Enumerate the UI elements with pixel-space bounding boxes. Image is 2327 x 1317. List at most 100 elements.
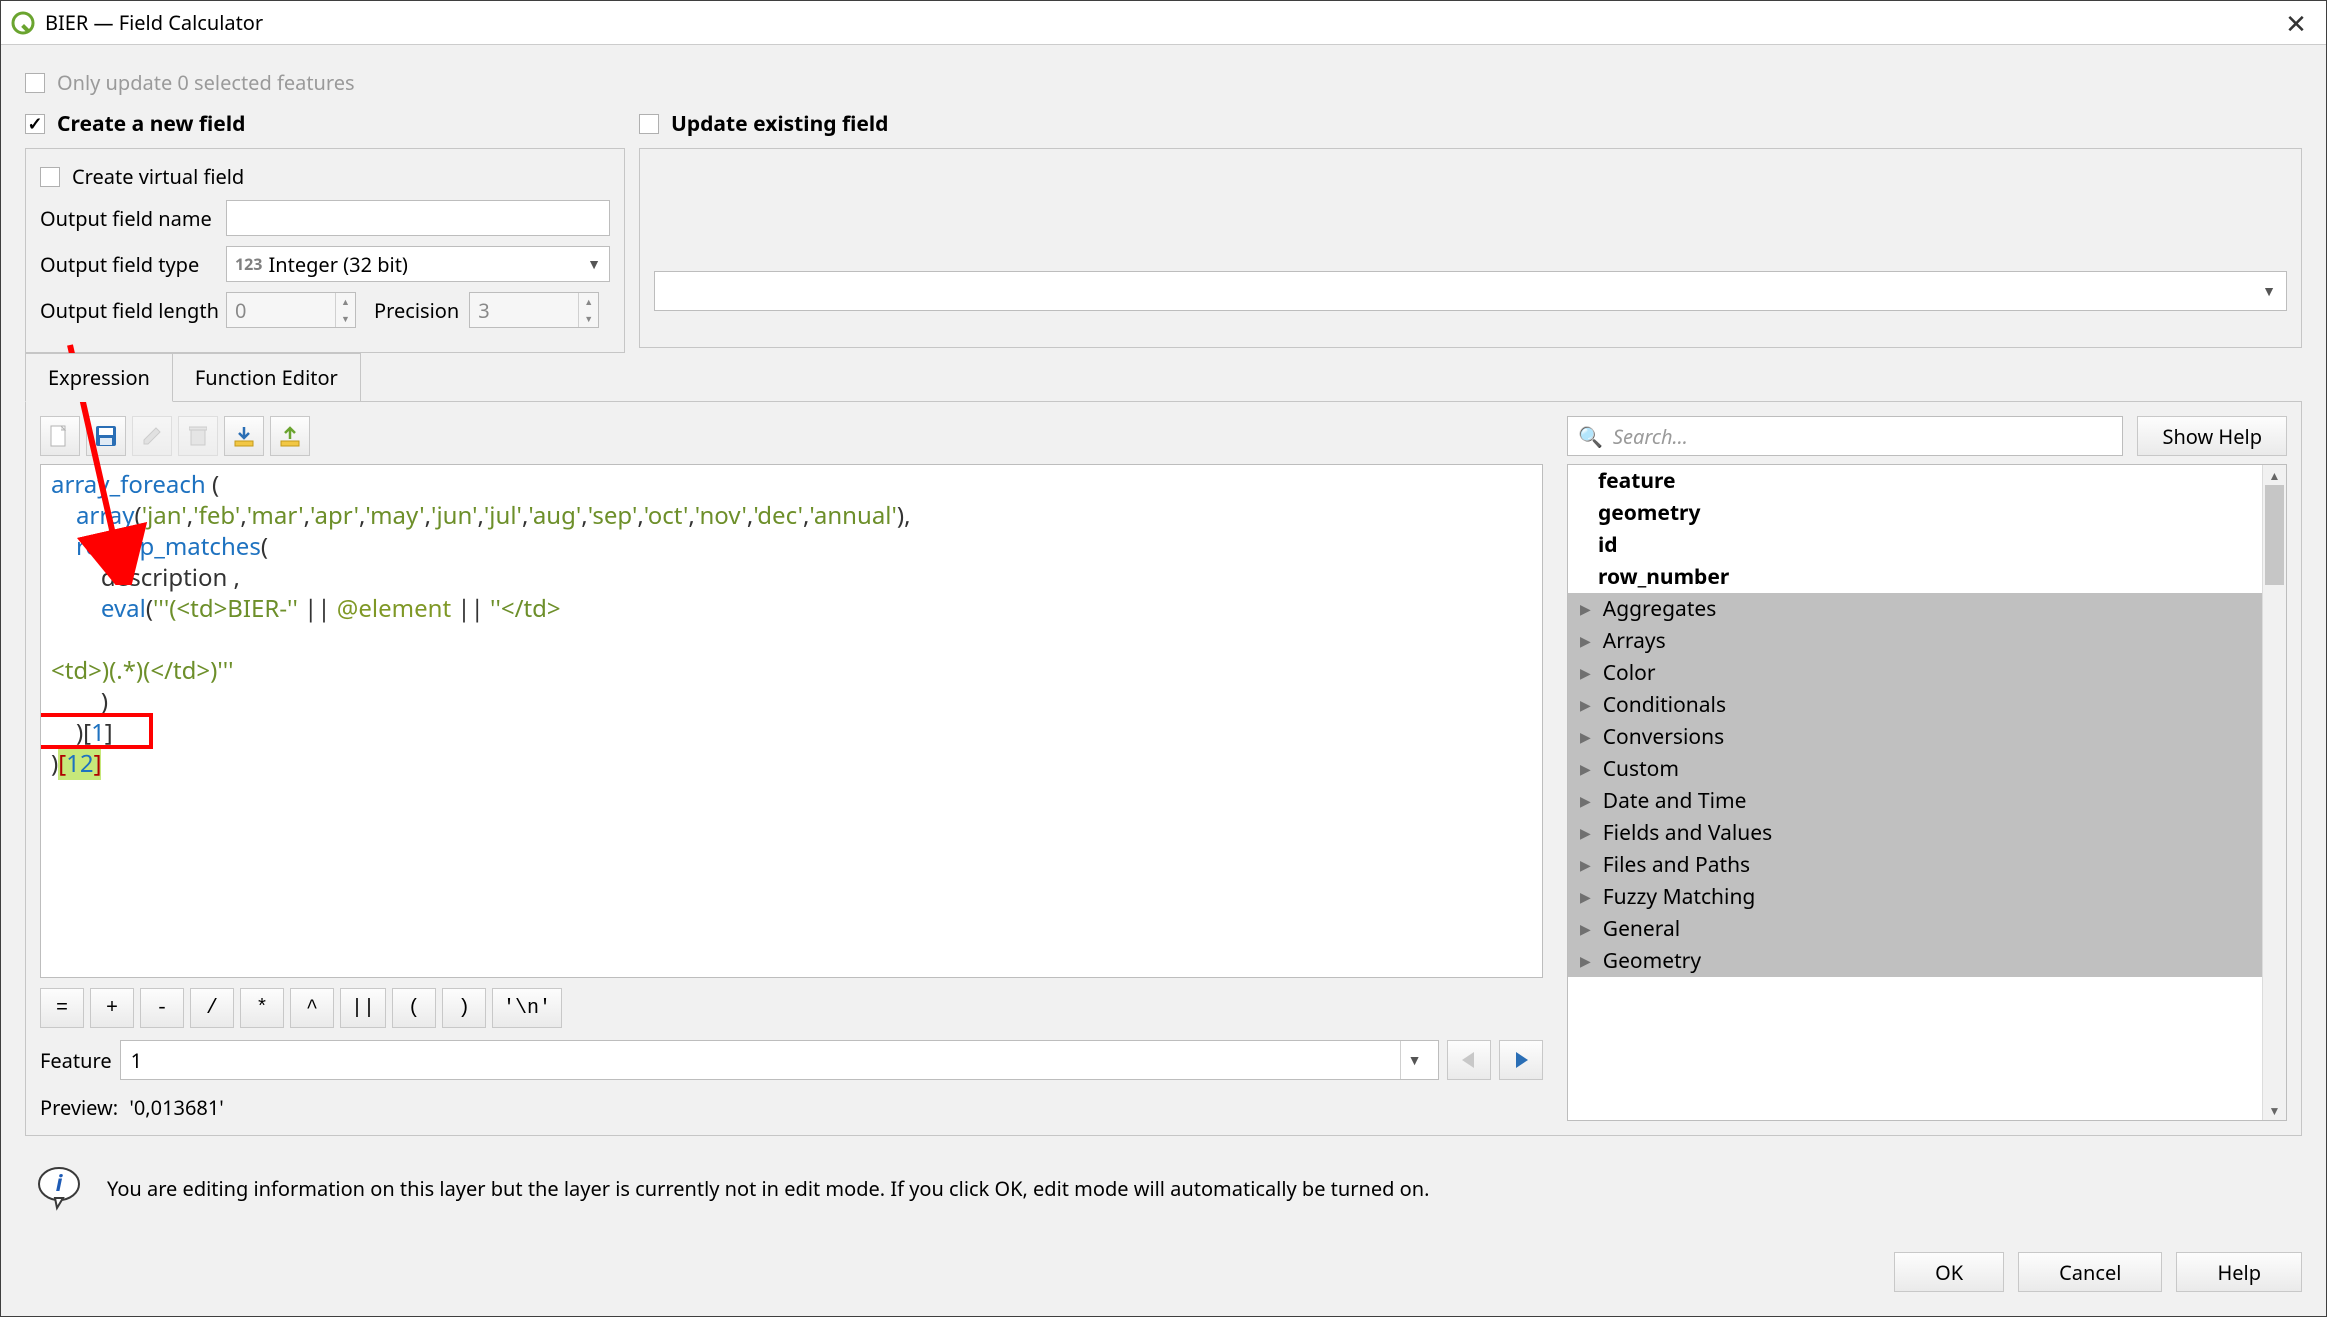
function-tree-inner: feature geometry id row_number ▶Aggregat… bbox=[1568, 465, 2286, 977]
triangle-right-icon: ▶ bbox=[1580, 728, 1591, 747]
tree-cat-fields-and-values[interactable]: ▶Fields and Values bbox=[1568, 817, 2286, 849]
op-concat-button[interactable]: || bbox=[340, 988, 386, 1028]
tree-cat-conversions[interactable]: ▶Conversions bbox=[1568, 721, 2286, 753]
function-search-input[interactable]: 🔍 Search… bbox=[1567, 416, 2123, 456]
virtual-field-label: Create virtual field bbox=[72, 163, 244, 190]
triangle-right-icon: ▶ bbox=[1580, 696, 1591, 715]
operator-row: = + - / * ^ || ( ) '\n' bbox=[40, 988, 1543, 1028]
search-icon: 🔍 bbox=[1578, 423, 1603, 450]
update-field-frame: ▼ bbox=[639, 148, 2302, 348]
virtual-field-checkbox[interactable] bbox=[40, 167, 60, 187]
scroll-down-arrow-icon[interactable]: ▼ bbox=[2263, 1100, 2286, 1120]
triangle-right-icon: ▶ bbox=[1580, 920, 1591, 939]
triangle-right-icon: ▶ bbox=[1580, 632, 1591, 651]
tab-expression[interactable]: Expression bbox=[25, 353, 173, 402]
op-rparen-button[interactable]: ) bbox=[442, 988, 486, 1028]
scroll-up-arrow-icon[interactable]: ▲ bbox=[2263, 465, 2286, 485]
spinner-buttons[interactable]: ▲▼ bbox=[578, 293, 598, 327]
update-field-checkbox[interactable] bbox=[639, 114, 659, 134]
feature-value: 1 bbox=[131, 1047, 142, 1074]
chevron-down-icon: ▼ bbox=[2262, 282, 2276, 301]
op-power-button[interactable]: ^ bbox=[290, 988, 334, 1028]
field-calculator-window: BIER — Field Calculator ✕ Only update 0 … bbox=[0, 0, 2327, 1317]
annotation-highlight-box bbox=[40, 713, 153, 749]
new-expression-button[interactable] bbox=[40, 416, 80, 456]
update-field-column: Update existing field ▼ bbox=[639, 110, 2302, 353]
tree-cat-custom[interactable]: ▶Custom bbox=[1568, 753, 2286, 785]
integer-type-icon: 123 bbox=[235, 253, 262, 275]
tab-function-editor[interactable]: Function Editor bbox=[172, 353, 361, 402]
top-columns: Create a new field Create virtual field … bbox=[25, 110, 2302, 353]
function-tree[interactable]: feature geometry id row_number ▶Aggregat… bbox=[1567, 464, 2287, 1121]
import-arrow-down-icon bbox=[233, 425, 255, 447]
tree-scrollbar[interactable]: ▲ ▼ bbox=[2262, 465, 2286, 1120]
output-length-spinner[interactable]: 0 ▲▼ bbox=[226, 292, 356, 328]
export-expression-button[interactable] bbox=[270, 416, 310, 456]
output-type-row: Output field type 123 Integer (32 bit) ▼ bbox=[40, 246, 610, 282]
cancel-button[interactable]: Cancel bbox=[2018, 1252, 2162, 1292]
only-update-row: Only update 0 selected features bbox=[25, 69, 2302, 96]
precision-spinner[interactable]: 3 ▲▼ bbox=[469, 292, 599, 328]
tree-cat-fuzzy-matching[interactable]: ▶Fuzzy Matching bbox=[1568, 881, 2286, 913]
save-expression-button[interactable] bbox=[86, 416, 126, 456]
output-type-combo[interactable]: 123 Integer (32 bit) ▼ bbox=[226, 246, 610, 282]
output-name-input[interactable] bbox=[226, 200, 610, 236]
op-equals-button[interactable]: = bbox=[40, 988, 84, 1028]
expression-toolbar bbox=[40, 416, 1543, 456]
expression-code-editor[interactable]: array_foreach ( array('jan','feb','mar',… bbox=[40, 464, 1543, 978]
op-multiply-button[interactable]: * bbox=[240, 988, 284, 1028]
feature-next-button[interactable] bbox=[1499, 1040, 1543, 1080]
show-help-button[interactable]: Show Help bbox=[2137, 416, 2287, 456]
op-lparen-button[interactable]: ( bbox=[392, 988, 436, 1028]
output-type-label: Output field type bbox=[40, 251, 226, 278]
precision-value: 3 bbox=[478, 297, 489, 324]
tree-geometry[interactable]: geometry bbox=[1568, 497, 2286, 529]
search-row: 🔍 Search… Show Help bbox=[1567, 416, 2287, 456]
op-divide-button[interactable]: / bbox=[190, 988, 234, 1028]
file-blank-icon bbox=[50, 425, 70, 447]
output-length-label: Output field length bbox=[40, 297, 226, 324]
edit-expression-button[interactable] bbox=[132, 416, 172, 456]
export-arrow-up-icon bbox=[279, 425, 301, 447]
chevron-down-icon: ▼ bbox=[1400, 1041, 1428, 1079]
feature-combo[interactable]: 1 ▼ bbox=[120, 1040, 1439, 1080]
output-name-label: Output field name bbox=[40, 205, 226, 232]
create-field-column: Create a new field Create virtual field … bbox=[25, 110, 625, 353]
tree-feature[interactable]: feature bbox=[1568, 465, 2286, 497]
tree-cat-arrays[interactable]: ▶Arrays bbox=[1568, 625, 2286, 657]
output-length-row: Output field length 0 ▲▼ Precision 3 ▲▼ bbox=[40, 292, 610, 328]
expression-left: array_foreach ( array('jan','feb','mar',… bbox=[40, 416, 1543, 1121]
triangle-right-icon: ▶ bbox=[1580, 856, 1591, 875]
tree-row-number[interactable]: row_number bbox=[1568, 561, 2286, 593]
update-field-heading-row: Update existing field bbox=[639, 110, 2302, 138]
op-newline-button[interactable]: '\n' bbox=[492, 988, 562, 1028]
tree-id[interactable]: id bbox=[1568, 529, 2286, 561]
op-plus-button[interactable]: + bbox=[90, 988, 134, 1028]
triangle-right-icon: ▶ bbox=[1580, 600, 1591, 619]
tree-cat-aggregates[interactable]: ▶Aggregates bbox=[1568, 593, 2286, 625]
import-expression-button[interactable] bbox=[224, 416, 264, 456]
update-field-combo[interactable]: ▼ bbox=[654, 271, 2287, 311]
precision-label: Precision bbox=[374, 297, 459, 324]
create-field-frame: Create virtual field Output field name O… bbox=[25, 148, 625, 353]
tree-cat-color[interactable]: ▶Color bbox=[1568, 657, 2286, 689]
help-button[interactable]: Help bbox=[2176, 1252, 2302, 1292]
ok-button[interactable]: OK bbox=[1894, 1252, 2004, 1292]
triangle-right-icon: ▶ bbox=[1580, 952, 1591, 971]
spinner-buttons[interactable]: ▲▼ bbox=[335, 293, 355, 327]
output-length-value: 0 bbox=[235, 297, 246, 324]
feature-prev-button[interactable] bbox=[1447, 1040, 1491, 1080]
tree-cat-files-and-paths[interactable]: ▶Files and Paths bbox=[1568, 849, 2286, 881]
tree-cat-general[interactable]: ▶General bbox=[1568, 913, 2286, 945]
close-button[interactable]: ✕ bbox=[2276, 5, 2316, 41]
tree-cat-conditionals[interactable]: ▶Conditionals bbox=[1568, 689, 2286, 721]
create-field-checkbox[interactable] bbox=[25, 114, 45, 134]
op-minus-button[interactable]: - bbox=[140, 988, 184, 1028]
delete-expression-button[interactable] bbox=[178, 416, 218, 456]
tree-cat-date-and-time[interactable]: ▶Date and Time bbox=[1568, 785, 2286, 817]
triangle-left-icon bbox=[1462, 1052, 1476, 1068]
output-name-row: Output field name bbox=[40, 200, 610, 236]
tree-cat-geometry[interactable]: ▶Geometry bbox=[1568, 945, 2286, 977]
triangle-right-icon: ▶ bbox=[1580, 824, 1591, 843]
scroll-thumb[interactable] bbox=[2265, 485, 2284, 585]
